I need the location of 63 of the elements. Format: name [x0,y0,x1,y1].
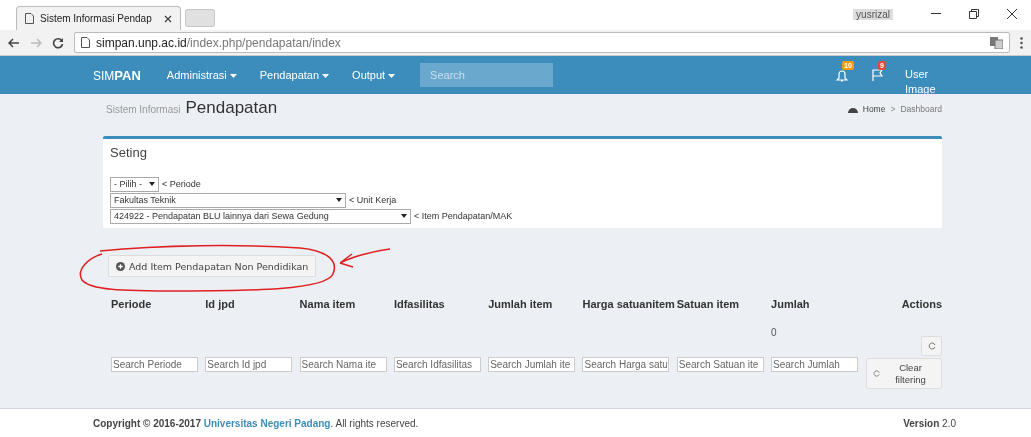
browser-tab[interactable]: Sistem Informasi Pendap [16,6,181,30]
page-subtitle: Sistem Informasi [106,104,181,115]
filter-field[interactable]: Search Nama ite [299,356,387,372]
column-header[interactable]: Id jpd [205,286,300,322]
breadcrumb-link[interactable]: Home [862,104,886,114]
dropdown[interactable]: Fakultas Teknik [110,192,346,208]
clear-filtering-button[interactable]: Clear filtering [866,358,942,389]
filter-field[interactable]: Search Satuan ite [676,356,764,372]
panel-title: Seting [110,145,148,160]
address-bar[interactable]: simpan.unp.ac.id/index.php/pendapatan/index [74,32,1010,53]
page-icon [25,13,34,24]
filter-field[interactable]: Search Idfasilitas [393,356,481,372]
filter-field[interactable]: Search Id jpd [205,356,293,372]
nav-menu[interactable]: Administrasi [166,69,237,81]
add-item-button[interactable]: Add Item Pendapatan Non Pendidikan [108,255,317,277]
flag-icon [872,69,884,81]
caret-icon [388,74,396,79]
version-text: Version 2.0 [903,417,956,429]
column-header[interactable]: Harga satuanitem [582,286,677,322]
menu-icon[interactable] [1020,36,1023,49]
plus-circle-icon [116,261,125,271]
page-icon [81,37,90,48]
copyright-text: Copyright © 2016-2017 Universitas Negeri Padang. All rights reserved. [93,417,419,429]
nav-menu[interactable]: Pendapatan [259,69,330,81]
filter-field[interactable]: Search Harga satu [582,356,670,372]
reload-icon[interactable] [52,36,64,49]
caret-icon [229,74,237,79]
page-title: Pendapatan [185,98,278,118]
field-hint: < Item Pendapatan/MAK [414,211,513,221]
refresh-icon [873,370,880,377]
profile-name[interactable]: yusrizal [853,8,893,20]
caret-icon [149,182,155,186]
back-icon[interactable] [8,37,20,48]
search-field[interactable]: Search [420,63,554,87]
close-icon[interactable] [164,14,172,23]
filter-field[interactable]: Search Periode [111,356,198,372]
arrow-annotation [339,248,391,268]
field-hint: < Periode [162,179,201,189]
breadcrumb-separator: > [890,104,896,114]
column-header[interactable]: Actions [865,286,942,322]
brand-logo[interactable]: SIMPAN [93,67,141,83]
bell-icon [836,68,848,82]
filter-field[interactable]: Search Jumlah ite [488,356,576,372]
caret-icon [336,198,342,202]
caret-icon [401,214,407,218]
caret-icon [322,74,330,79]
column-header[interactable]: Idfasilitas [393,286,489,322]
translate-icon[interactable] [990,36,1003,49]
filter-field[interactable]: Search Jumlah [771,356,859,372]
user-image-text[interactable]: User Image [905,56,945,97]
dropdown[interactable]: - Pilih - [110,176,159,192]
field-hint: < Unit Kerja [349,195,397,205]
dashboard-icon [847,105,858,113]
table-cell-text: 0 [771,325,778,340]
dropdown[interactable]: 424922 - Pendapatan BLU lainnya dari Sewa Gedung [110,208,411,224]
column-header[interactable]: Periode [111,286,206,322]
column-header[interactable]: Jumlah [771,286,866,322]
column-header[interactable]: Satuan item [676,286,772,322]
nav-menu[interactable]: Output [352,69,396,81]
column-header[interactable]: Nama item [299,286,394,322]
refresh-icon [927,342,936,350]
column-header[interactable]: Jumlah item [488,286,583,322]
refresh-button[interactable] [921,336,942,356]
